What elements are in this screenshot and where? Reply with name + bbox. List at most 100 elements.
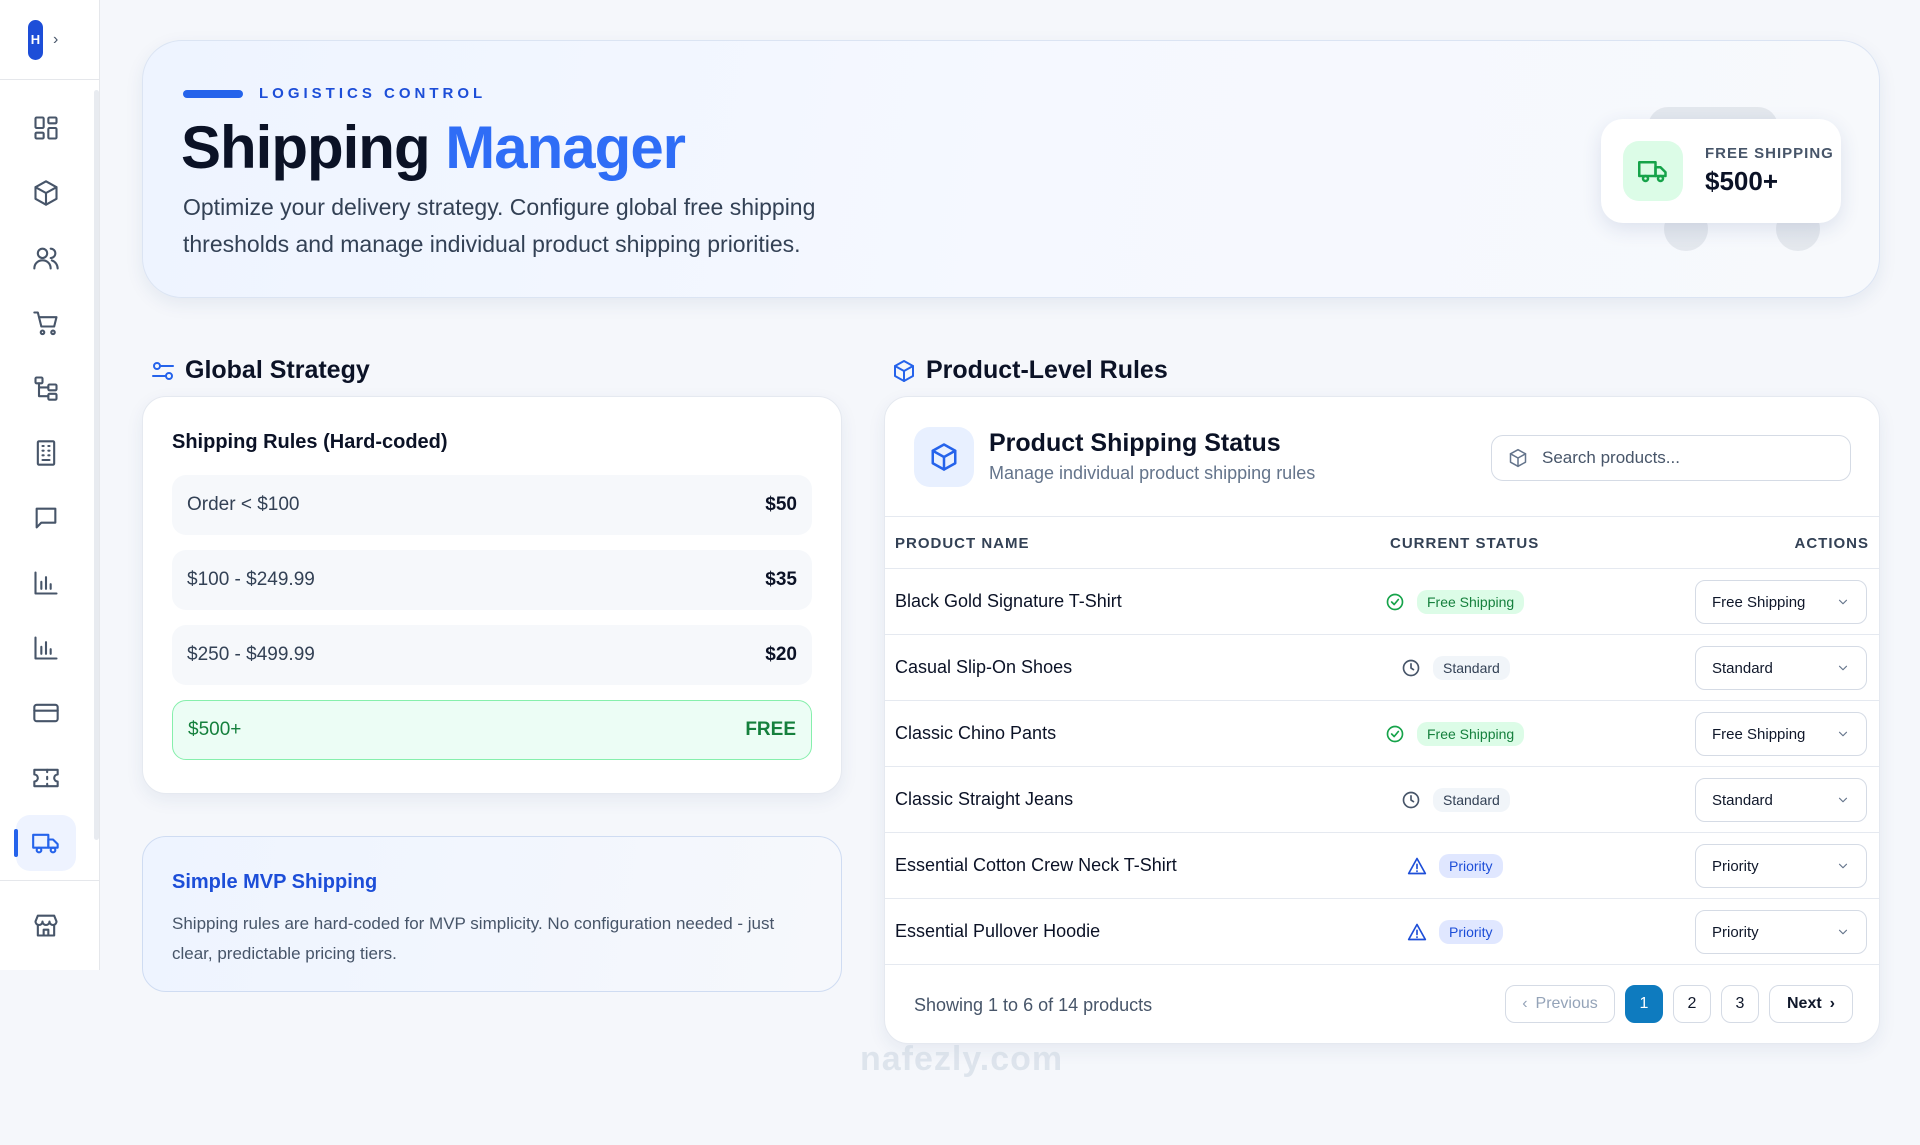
sidebar-item-shipping[interactable] [14, 815, 76, 871]
next-label: Next [1786, 995, 1822, 1012]
table-row: Casual Slip-On Shoes Standard Standard [885, 635, 1879, 701]
sidebar-scrollbar[interactable] [94, 90, 99, 840]
bar-chart-icon [34, 571, 58, 595]
page-title-accent: Manager [445, 114, 686, 181]
column-current-status[interactable]: CURRENT STATUS [1390, 535, 1539, 552]
chevron-down-icon [1838, 665, 1848, 671]
sidebar-item-inventory[interactable] [16, 425, 76, 481]
sidebar-header: H › [0, 0, 99, 80]
rule-range: $250 - $499.99 [187, 644, 315, 665]
ticket-icon [33, 768, 59, 788]
select-value: Priority [1712, 923, 1759, 941]
shipping-select[interactable]: Priority [1695, 844, 1867, 888]
sidebar-item-reports[interactable] [16, 620, 76, 676]
sidebar-item-payments[interactable] [16, 685, 76, 741]
select-value: Priority [1712, 857, 1759, 875]
previous-page-button[interactable]: ‹ Previous [1505, 985, 1615, 1023]
sidebar-item-messages[interactable] [16, 490, 76, 546]
product-name: Classic Chino Pants [895, 723, 1057, 743]
status-cell: Priority [1407, 854, 1503, 878]
product-name: Classic Straight Jeans [895, 789, 1074, 809]
product-card-title: Product Shipping Status [989, 429, 1281, 457]
select-value: Free Shipping [1712, 725, 1806, 743]
chevron-down-icon [1838, 731, 1848, 737]
shipping-select[interactable]: Priority [1695, 910, 1867, 954]
sidebar-item-users[interactable] [16, 230, 76, 286]
page-button-3[interactable]: 3 [1721, 985, 1759, 1023]
sidebar: H › [0, 0, 100, 970]
status-badge: Free Shipping [1417, 590, 1525, 614]
rule-row: Order < $100 $50 [172, 475, 812, 535]
chevron-down-icon [1838, 599, 1848, 605]
product-search[interactable] [1491, 435, 1851, 481]
page-button-1[interactable]: 1 [1625, 985, 1663, 1023]
column-product-name[interactable]: PRODUCT NAME [895, 535, 1030, 552]
chevron-right-icon[interactable]: › [53, 31, 58, 49]
global-strategy-heading: Global Strategy [151, 356, 370, 385]
status-badge: Standard [1433, 656, 1510, 680]
sidebar-item-dashboard[interactable] [16, 100, 76, 156]
table-row: Essential Cotton Crew Neck T-Shirt Prior… [885, 833, 1879, 899]
sidebar-item-store[interactable] [16, 897, 76, 953]
rule-price: $50 [765, 494, 797, 515]
message-icon [35, 507, 57, 529]
rule-price: $35 [765, 569, 797, 590]
status-badge: Standard [1433, 788, 1510, 812]
product-card-header: Product Shipping Status Manage individua… [885, 397, 1879, 517]
shipping-select[interactable]: Free Shipping [1695, 580, 1867, 624]
select-value: Standard [1712, 659, 1773, 677]
status-badge: Priority [1439, 854, 1503, 878]
search-input[interactable] [1542, 448, 1822, 468]
sidebar-item-coupons[interactable] [16, 750, 76, 806]
mvp-note-card: Simple MVP Shipping Shipping rules are h… [142, 836, 842, 992]
sidebar-item-categories[interactable] [16, 360, 76, 416]
credit-card-icon [33, 703, 59, 723]
status-cell: Standard [1401, 656, 1510, 680]
product-name: Essential Cotton Crew Neck T-Shirt [895, 855, 1177, 875]
hero-banner: LOGISTICS CONTROL Shipping Manager Optim… [142, 40, 1880, 298]
next-page-button[interactable]: Next › [1769, 985, 1853, 1023]
rule-row: $100 - $249.99 $35 [172, 550, 812, 610]
shipping-select[interactable]: Free Shipping [1695, 712, 1867, 756]
shipping-rules-title: Shipping Rules (Hard-coded) [172, 431, 448, 453]
sidebar-item-orders[interactable] [16, 295, 76, 351]
truck-icon [32, 833, 59, 854]
page-button-2[interactable]: 2 [1673, 985, 1711, 1023]
watermark-text: nafezly.com [860, 1040, 1064, 1078]
free-shipping-badge: FREE SHIPPING $500+ [1601, 119, 1841, 223]
chevron-left-icon: ‹ [1522, 995, 1528, 1012]
chevron-right-icon: › [1829, 995, 1835, 1012]
kicker-bar [183, 89, 243, 98]
category-tree-icon [34, 376, 58, 401]
page-subtitle: Optimize your delivery strategy. Configu… [183, 194, 816, 257]
table-row: Essential Pullover Hoodie Priority Prior… [885, 899, 1879, 965]
chevron-down-icon [1838, 929, 1848, 935]
warning-triangle-icon [1407, 923, 1427, 941]
chevron-down-icon [1838, 863, 1848, 869]
clock-icon [1402, 791, 1420, 809]
app-logo[interactable]: H [28, 19, 43, 60]
check-circle-icon [1386, 593, 1404, 611]
badge-truck-container [1623, 141, 1683, 201]
rule-row: $250 - $499.99 $20 [172, 625, 812, 685]
product-shipping-card: Product Shipping Status Manage individua… [884, 396, 1880, 1044]
shipping-select[interactable]: Standard [1695, 778, 1867, 822]
table-row: Classic Chino Pants Free Shipping Free S… [885, 701, 1879, 767]
shipping-rules-card: Shipping Rules (Hard-coded) Order < $100… [142, 396, 842, 794]
shipping-select[interactable]: Standard [1695, 646, 1867, 690]
sidebar-item-analytics[interactable] [16, 555, 76, 611]
rule-row-free: $500+ FREE [172, 700, 812, 760]
product-name: Essential Pullover Hoodie [895, 921, 1101, 941]
sidebar-item-products[interactable] [16, 165, 76, 221]
package-icon [34, 180, 58, 206]
mvp-note-text: Shipping rules are hard-coded for MVP si… [172, 914, 775, 963]
status-cell: Free Shipping [1385, 590, 1525, 614]
status-cell: Standard [1401, 788, 1510, 812]
product-rules-heading: Product-Level Rules [892, 356, 1168, 385]
kicker-text: LOGISTICS CONTROL [259, 85, 487, 102]
building-icon [36, 440, 56, 466]
package-icon [894, 359, 914, 382]
sidebar-divider [0, 880, 100, 881]
table-header: PRODUCT NAME CURRENT STATUS ACTIONS [885, 517, 1879, 569]
page-title-main: Shipping [181, 114, 431, 181]
